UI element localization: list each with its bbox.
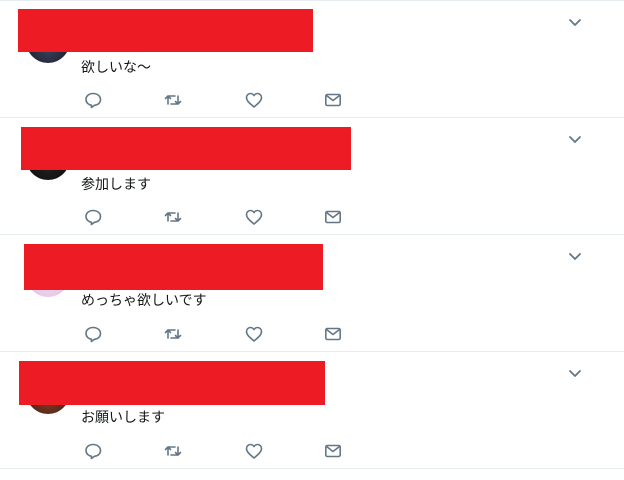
tweet-text: 欲しいな～ <box>81 60 151 76</box>
heart-icon[interactable] <box>243 440 265 462</box>
tweet-item[interactable]: 欲しいな～ <box>0 0 624 117</box>
tweet-text: 参加します <box>81 177 151 193</box>
redaction-block <box>18 9 313 52</box>
chevron-down-icon[interactable] <box>566 364 584 382</box>
tweet-actions <box>82 323 382 345</box>
tweet-item[interactable]: お願いします <box>0 351 624 468</box>
envelope-icon[interactable] <box>322 440 344 462</box>
divider <box>0 468 624 469</box>
reply-icon[interactable] <box>82 206 104 228</box>
tweet-item[interactable]: めっちゃ欲しいです <box>0 234 624 351</box>
heart-icon[interactable] <box>243 206 265 228</box>
retweet-icon[interactable] <box>162 89 184 111</box>
tweet-item[interactable]: 参加します <box>0 117 624 234</box>
envelope-icon[interactable] <box>322 323 344 345</box>
reply-icon[interactable] <box>82 440 104 462</box>
chevron-down-icon[interactable] <box>566 247 584 265</box>
heart-icon[interactable] <box>243 323 265 345</box>
tweet-actions <box>82 89 382 111</box>
redaction-block <box>24 244 323 290</box>
redaction-block <box>21 127 351 170</box>
redaction-block <box>19 361 325 405</box>
heart-icon[interactable] <box>243 89 265 111</box>
tweet-actions <box>82 206 382 228</box>
envelope-icon[interactable] <box>322 206 344 228</box>
tweet-text: めっちゃ欲しいです <box>81 293 207 309</box>
reply-icon[interactable] <box>82 89 104 111</box>
retweet-icon[interactable] <box>162 440 184 462</box>
retweet-icon[interactable] <box>162 323 184 345</box>
tweet-actions <box>82 440 382 462</box>
chevron-down-icon[interactable] <box>566 130 584 148</box>
chevron-down-icon[interactable] <box>566 13 584 31</box>
envelope-icon[interactable] <box>322 89 344 111</box>
reply-icon[interactable] <box>82 323 104 345</box>
tweet-text: お願いします <box>81 410 165 426</box>
retweet-icon[interactable] <box>162 206 184 228</box>
